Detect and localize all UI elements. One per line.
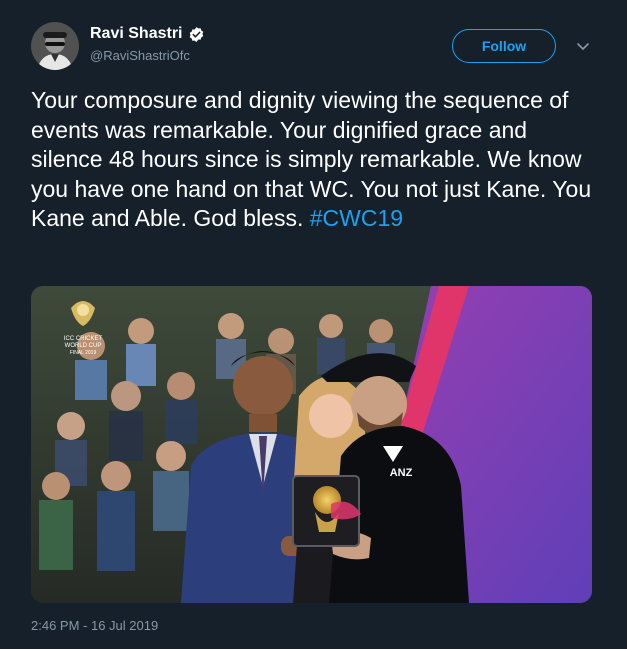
tweet-photo[interactable]: ICC CRICKET WORLD CUP FINAL 2019 ANZ — [31, 286, 592, 603]
trophy — [292, 475, 361, 547]
logo-line2: WORLD CUP — [65, 343, 102, 349]
chevron-down-icon[interactable] — [575, 38, 591, 54]
tweet-card: Ravi Shastri @RaviShastriOfc Follow Your… — [0, 0, 627, 649]
logo-line1: ICC CRICKET — [64, 336, 103, 342]
tweet-timestamp[interactable]: 2:46 PM - 16 Jul 2019 — [31, 618, 158, 633]
photo-trophy-presentation: ICC CRICKET WORLD CUP FINAL 2019 ANZ — [31, 286, 592, 603]
jersey-sponsor: ANZ — [390, 467, 413, 479]
author-name-row[interactable]: Ravi Shastri — [90, 24, 205, 44]
author-display-name[interactable]: Ravi Shastri — [90, 24, 182, 44]
hashtag-link[interactable]: #CWC19 — [310, 205, 403, 231]
verified-badge-icon — [188, 26, 205, 43]
logo-line3: FINAL 2019 — [70, 350, 97, 356]
author-handle[interactable]: @RaviShastriOfc — [90, 48, 205, 64]
avatar-photo — [31, 22, 79, 70]
tweet-text: Your composure and dignity viewing the s… — [31, 86, 601, 234]
follow-button[interactable]: Follow — [452, 29, 556, 63]
avatar[interactable] — [31, 22, 79, 70]
author-info: Ravi Shastri @RaviShastriOfc — [90, 24, 205, 64]
